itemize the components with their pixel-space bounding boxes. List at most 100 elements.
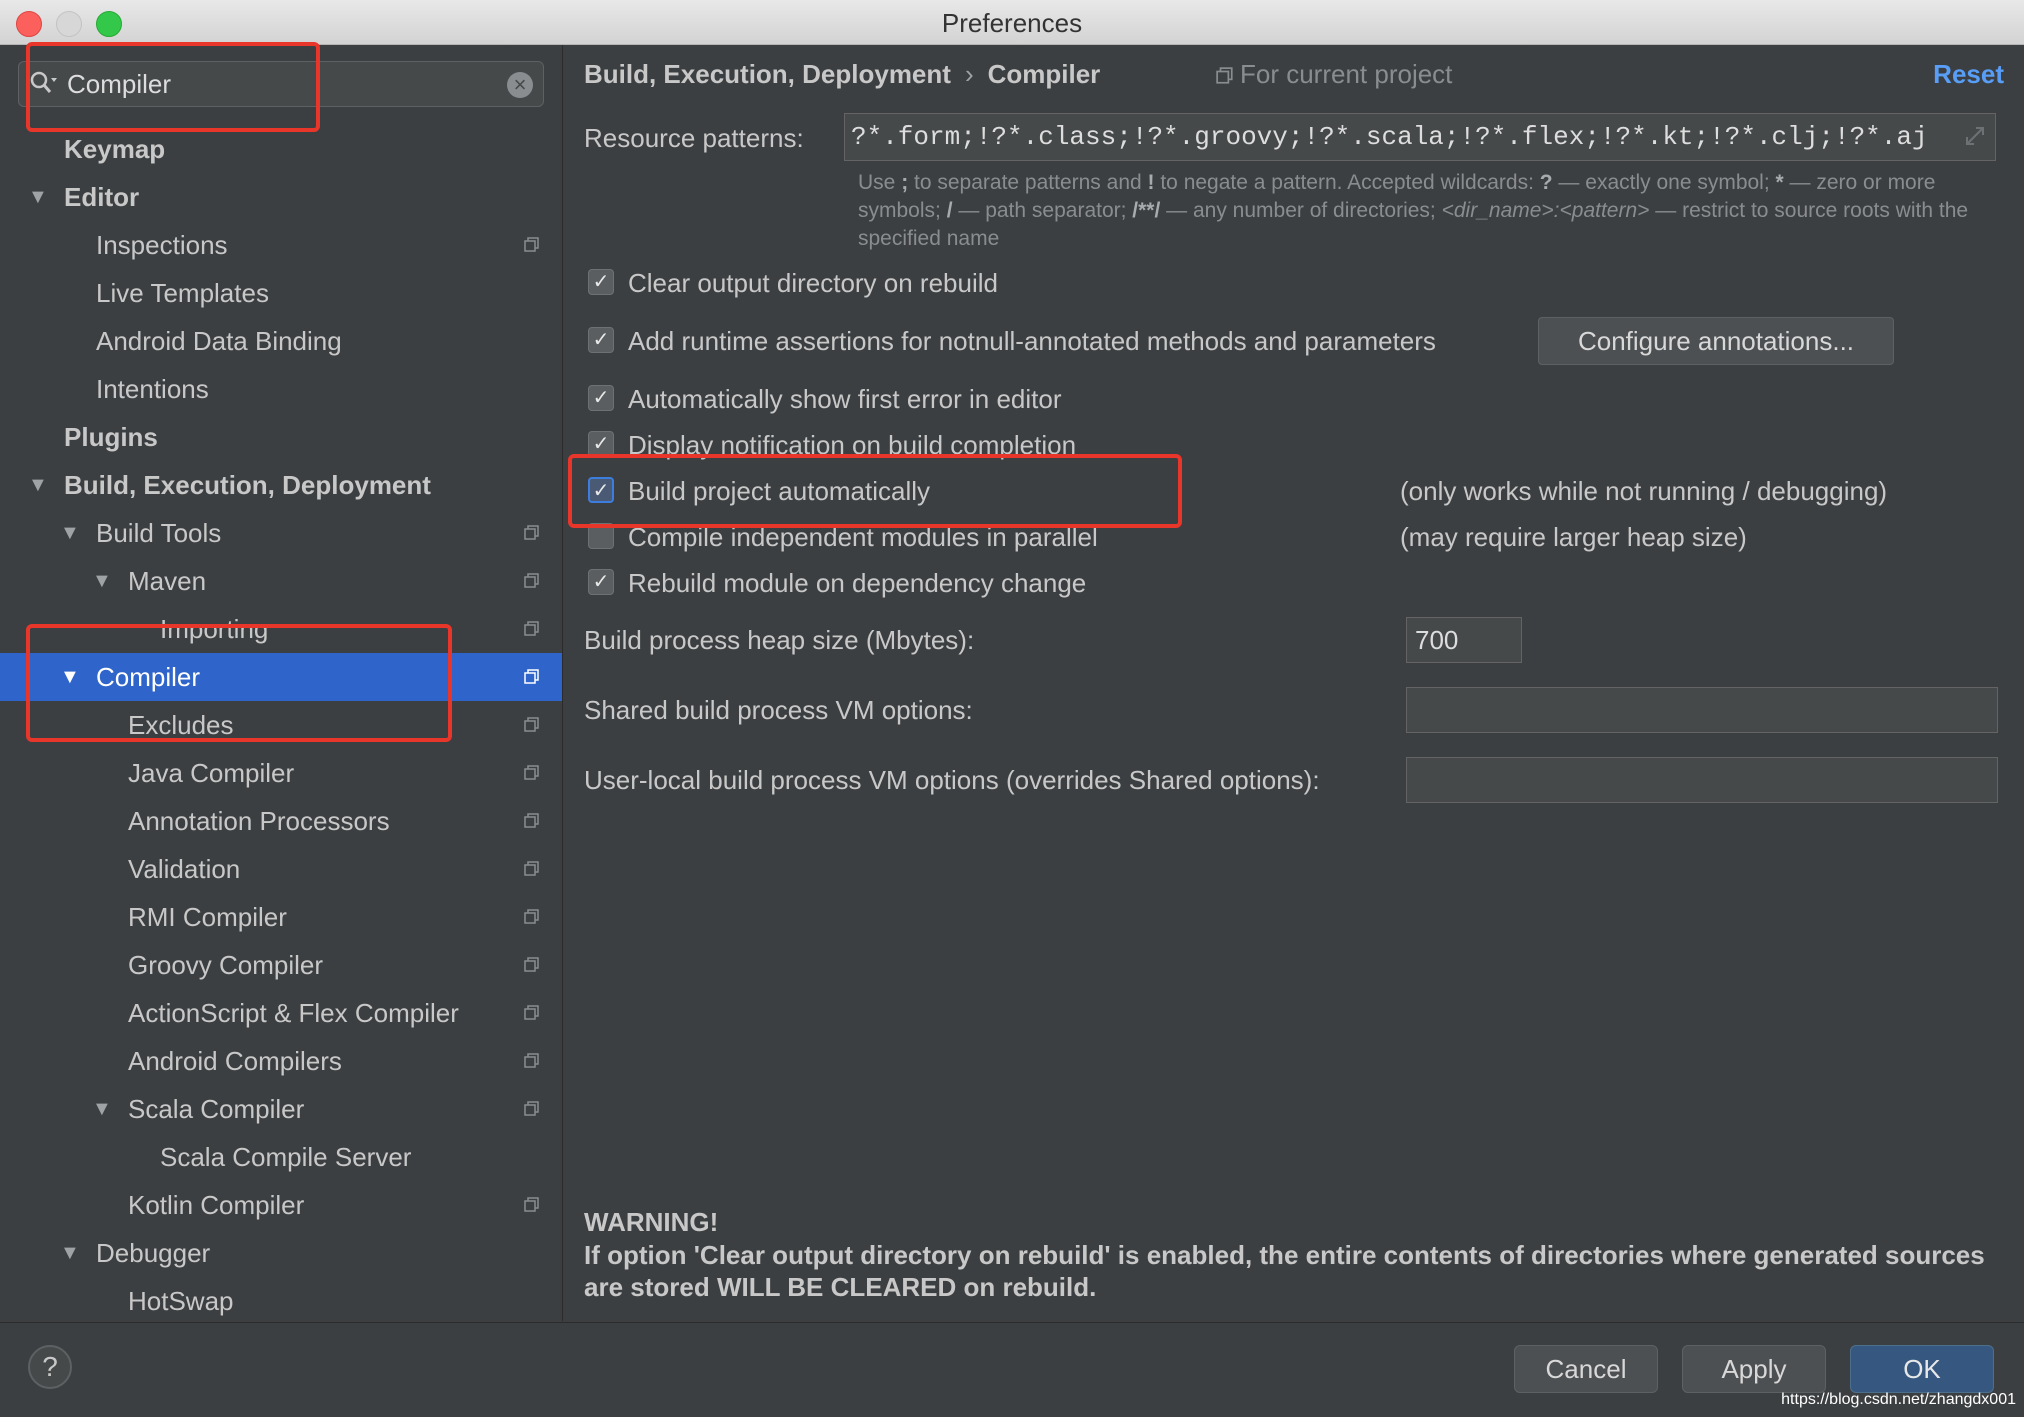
hint-token: /**/: [1132, 199, 1161, 222]
project-level-icon: [524, 1005, 539, 1020]
sidebar-item-live-templates[interactable]: Live Templates: [0, 269, 562, 317]
rebuild-on-dependency-checkbox[interactable]: ✓: [588, 569, 614, 595]
project-level-icon: [524, 525, 539, 540]
sidebar-item-label: Groovy Compiler: [128, 950, 324, 980]
hint-token: !: [1147, 171, 1155, 194]
sidebar-item-keymap[interactable]: Keymap: [0, 125, 562, 173]
hint-token: <dir_name>:<pattern>: [1441, 199, 1650, 222]
project-level-icon: [524, 1101, 539, 1116]
sidebar-item-maven[interactable]: ▼ Maven: [0, 557, 562, 605]
clear-search-icon[interactable]: ×: [507, 72, 533, 98]
window-title: Preferences: [941, 8, 1083, 38]
sidebar-item-label: Editor: [64, 182, 140, 212]
apply-button[interactable]: Apply: [1682, 1345, 1826, 1393]
breadcrumb-parent: Build, Execution, Deployment: [584, 59, 951, 89]
compiler-highlight: [26, 624, 452, 742]
sidebar-item-hotswap[interactable]: HotSwap: [0, 1277, 562, 1325]
sidebar-item-scala-compiler[interactable]: ▼ Scala Compiler: [0, 1085, 562, 1133]
hint-token: *: [1775, 171, 1784, 194]
sidebar-item-kotlin-compiler[interactable]: Kotlin Compiler: [0, 1181, 562, 1229]
runtime-assertions-checkbox[interactable]: ✓: [588, 327, 614, 353]
sidebar-item-groovy-compiler[interactable]: Groovy Compiler: [0, 941, 562, 989]
expand-arrow-icon[interactable]: ▼: [92, 1085, 116, 1133]
project-copy-icon: [1216, 67, 1233, 84]
sidebar-item-label: Live Templates: [96, 278, 269, 308]
project-level-icon: [524, 717, 539, 732]
warning-text: If option 'Clear output directory on reb…: [584, 1240, 1985, 1302]
hint-text: — any number of directories;: [1160, 199, 1442, 222]
sidebar-item-debugger[interactable]: ▼ Debugger: [0, 1229, 562, 1277]
sidebar-item-android-data-binding[interactable]: Android Data Binding: [0, 317, 562, 365]
sidebar-item-label: Build Tools: [96, 518, 222, 548]
project-level-icon: [524, 765, 539, 780]
sidebar-item-label: Annotation Processors: [128, 806, 390, 836]
user-vm-options-input[interactable]: [1415, 766, 1946, 794]
watermark: https://blog.csdn.net/zhangdx001: [1781, 1391, 2016, 1408]
sidebar-item-label: Debugger: [96, 1238, 211, 1268]
sidebar-item-label: Java Compiler: [128, 758, 295, 788]
project-level-icon: [524, 909, 539, 924]
project-level-icon: [524, 1197, 539, 1212]
sidebar-item-label: Keymap: [64, 134, 166, 164]
sidebar-item-label: RMI Compiler: [128, 902, 287, 932]
shared-vm-options-field[interactable]: [1406, 687, 1998, 733]
sidebar-item-label: ActionScript & Flex Compiler: [128, 998, 459, 1028]
sidebar-item-label: Kotlin Compiler: [128, 1190, 305, 1220]
hint-text: — exactly one symbol;: [1552, 171, 1776, 194]
clear-output-checkbox[interactable]: ✓: [588, 269, 614, 295]
project-level-icon: [524, 813, 539, 828]
shared-vm-options-input[interactable]: [1415, 696, 1946, 724]
cancel-button[interactable]: Cancel: [1514, 1345, 1658, 1393]
reset-link[interactable]: Reset: [1933, 59, 2004, 90]
expand-arrow-icon[interactable]: ▼: [28, 173, 52, 221]
project-level-icon: [524, 621, 539, 636]
hint-text: — path separator;: [952, 199, 1133, 222]
resource-patterns-input[interactable]: [851, 122, 1961, 152]
sidebar-item-label: Plugins: [64, 422, 158, 452]
sidebar-item-java-compiler[interactable]: Java Compiler: [0, 749, 562, 797]
help-button[interactable]: ?: [28, 1345, 72, 1389]
sidebar-item-android-compilers[interactable]: Android Compilers: [0, 1037, 562, 1085]
warning-title: WARNING!: [584, 1207, 719, 1237]
sidebar-item-inspections[interactable]: Inspections: [0, 221, 562, 269]
expand-icon[interactable]: [1963, 124, 1987, 148]
clear-output-label: Clear output directory on rebuild: [628, 268, 998, 298]
sidebar-item-editor[interactable]: ▼ Editor: [0, 173, 562, 221]
resource-patterns-label: Resource patterns:: [584, 123, 804, 153]
sidebar-item-validation[interactable]: Validation: [0, 845, 562, 893]
heap-size-field[interactable]: [1406, 617, 1522, 663]
sidebar-item-build-execution-deployment[interactable]: ▼ Build, Execution, Deployment: [0, 461, 562, 509]
build-automatically-note: (only works while not running / debuggin…: [1400, 476, 1888, 506]
expand-arrow-icon[interactable]: ▼: [60, 509, 84, 557]
sidebar-item-rmi-compiler[interactable]: RMI Compiler: [0, 893, 562, 941]
sidebar-item-intentions[interactable]: Intentions: [0, 365, 562, 413]
show-first-error-label: Automatically show first error in editor: [628, 384, 1062, 414]
project-level-icon: [524, 237, 539, 252]
expand-arrow-icon[interactable]: ▼: [92, 557, 116, 605]
project-level-icon: [524, 669, 539, 684]
sidebar-item-label: Validation: [128, 854, 241, 884]
configure-annotations-button[interactable]: Configure annotations...: [1538, 317, 1894, 365]
breadcrumb-separator: ›: [964, 59, 974, 89]
sidebar-item-scala-compile-server[interactable]: Scala Compile Server: [0, 1133, 562, 1181]
hint-token: ?: [1539, 171, 1553, 194]
user-vm-options-field[interactable]: [1406, 757, 1998, 803]
sidebar-item-actionscript-flex-compiler[interactable]: ActionScript & Flex Compiler: [0, 989, 562, 1037]
sidebar-item-plugins[interactable]: Plugins: [0, 413, 562, 461]
breadcrumb-current: Compiler: [987, 59, 1101, 89]
expand-arrow-icon[interactable]: ▼: [28, 461, 52, 509]
project-level-icon: [524, 573, 539, 588]
show-first-error-checkbox[interactable]: ✓: [588, 385, 614, 411]
project-level-icon: [524, 1053, 539, 1068]
compile-parallel-note: (may require larger heap size): [1400, 522, 1747, 552]
rebuild-on-dependency-label: Rebuild module on dependency change: [628, 568, 1087, 598]
hint-text: to negate a pattern. Accepted wildcards:: [1154, 171, 1540, 194]
project-level-icon: [524, 957, 539, 972]
heap-size-input[interactable]: [1415, 626, 1518, 654]
sidebar-item-build-tools[interactable]: ▼ Build Tools: [0, 509, 562, 557]
ok-button[interactable]: OK: [1850, 1345, 1994, 1393]
sidebar-item-annotation-processors[interactable]: Annotation Processors: [0, 797, 562, 845]
expand-arrow-icon[interactable]: ▼: [60, 1229, 84, 1277]
resource-patterns-hint: Use ; to separate patterns and ! to nega…: [858, 169, 1988, 253]
resource-patterns-field[interactable]: [844, 113, 1996, 161]
